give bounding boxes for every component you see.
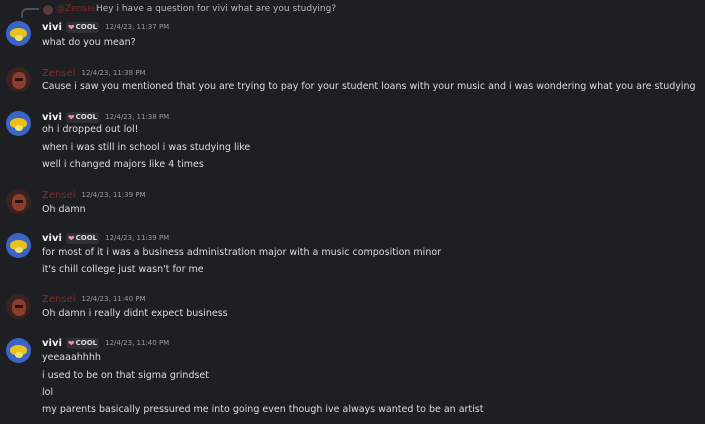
- timestamp[interactable]: 12/4/23, 11:39 PM: [105, 234, 169, 242]
- avatar[interactable]: [6, 189, 31, 214]
- message-text: Cause i saw you mentioned that you are t…: [42, 81, 696, 92]
- server-tag-label: COOL: [75, 339, 98, 347]
- eyes-icon: [15, 247, 23, 253]
- avatar[interactable]: [6, 294, 31, 319]
- server-tag-badge[interactable]: ❤ COOL: [65, 21, 100, 33]
- reply-connector: [21, 8, 39, 18]
- timestamp[interactable]: 12/4/23, 11:40 PM: [81, 295, 145, 303]
- message-header: vivi ❤ COOL 12/4/23, 11:40 PM: [42, 336, 169, 350]
- eyes-icon: [15, 352, 23, 358]
- server-tag-label: COOL: [75, 113, 98, 121]
- username[interactable]: vivi: [42, 233, 62, 244]
- username[interactable]: Zensei: [42, 68, 75, 79]
- timestamp[interactable]: 12/4/23, 11:40 PM: [105, 339, 169, 347]
- message-text: i used to be on that sigma grindset: [42, 370, 210, 381]
- server-tag-badge[interactable]: ❤ COOL: [65, 337, 100, 349]
- glasses-icon: [15, 78, 23, 81]
- heart-icon: ❤: [67, 338, 75, 348]
- username[interactable]: vivi: [42, 112, 62, 123]
- avatar[interactable]: [6, 67, 31, 92]
- timestamp[interactable]: 12/4/23, 11:39 PM: [81, 191, 145, 199]
- message-text: when i was still in school i was studyin…: [42, 142, 251, 153]
- message-text: Oh damn i really didnt expect business: [42, 308, 228, 319]
- message-text: my parents basically pressured me into g…: [42, 404, 484, 415]
- message-header: vivi ❤ COOL 12/4/23, 11:38 PM: [42, 110, 169, 124]
- message-text: yeeaaahhhh: [42, 352, 101, 363]
- server-tag-badge[interactable]: ❤ COOL: [65, 232, 100, 244]
- message-text: for most of it i was a business administ…: [42, 247, 442, 258]
- message-text: it's chill college just wasn't for me: [42, 264, 204, 275]
- message-header: Zensei 12/4/23, 11:38 PM: [42, 66, 146, 80]
- message-text: well i changed majors like 4 times: [42, 159, 204, 170]
- server-tag-label: COOL: [75, 234, 98, 242]
- glasses-icon: [15, 305, 23, 308]
- avatar[interactable]: [6, 233, 31, 258]
- server-tag-label: COOL: [75, 23, 98, 31]
- eyes-icon: [15, 125, 23, 131]
- heart-icon: ❤: [67, 233, 75, 243]
- message-text: Oh damn: [42, 204, 86, 215]
- reply-preview-text[interactable]: Hey i have a question for vivi what are …: [96, 4, 336, 14]
- avatar[interactable]: [6, 338, 31, 363]
- message-text: oh i dropped out lol!: [42, 124, 139, 135]
- username[interactable]: Zensei: [42, 294, 75, 305]
- message-text: what do you mean?: [42, 37, 136, 48]
- timestamp[interactable]: 12/4/23, 11:37 PM: [105, 23, 169, 31]
- message-header: Zensei 12/4/23, 11:40 PM: [42, 292, 146, 306]
- avatar[interactable]: [6, 21, 31, 46]
- glasses-icon: [15, 200, 23, 203]
- timestamp[interactable]: 12/4/23, 11:38 PM: [81, 69, 145, 77]
- avatar[interactable]: [6, 111, 31, 136]
- message-text: lol: [42, 387, 54, 398]
- eyes-icon: [15, 35, 23, 41]
- username[interactable]: Zensei: [42, 190, 75, 201]
- chat-message-list: @Zensei Hey i have a question for vivi w…: [0, 0, 705, 424]
- message-header: vivi ❤ COOL 12/4/23, 11:37 PM: [42, 20, 169, 34]
- timestamp[interactable]: 12/4/23, 11:38 PM: [105, 113, 169, 121]
- message-header: Zensei 12/4/23, 11:39 PM: [42, 188, 146, 202]
- username[interactable]: vivi: [42, 338, 62, 349]
- heart-icon: ❤: [67, 22, 75, 32]
- heart-icon: ❤: [67, 112, 75, 122]
- reply-author[interactable]: @Zensei: [56, 4, 95, 14]
- message-header: vivi ❤ COOL 12/4/23, 11:39 PM: [42, 231, 169, 245]
- reply-avatar[interactable]: [43, 5, 53, 15]
- username[interactable]: vivi: [42, 22, 62, 33]
- server-tag-badge[interactable]: ❤ COOL: [65, 111, 100, 123]
